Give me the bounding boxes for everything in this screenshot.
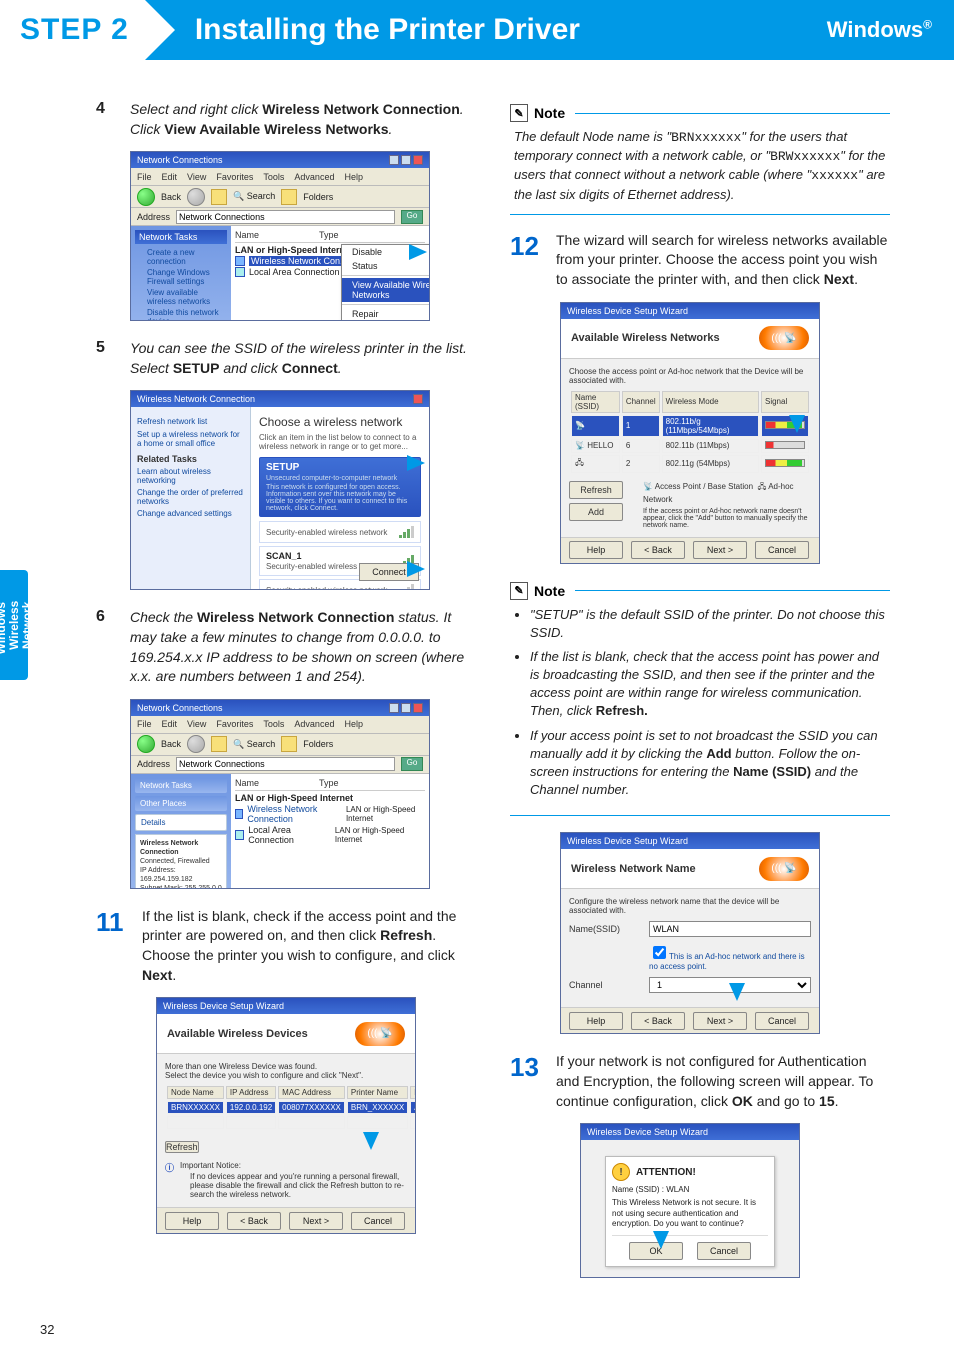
page-title: Installing the Printer Driver	[195, 13, 580, 47]
address-input[interactable]	[176, 757, 395, 771]
ssid-input[interactable]	[649, 921, 811, 937]
list-item[interactable]: Local Area ConnectionLAN or High-Speed I…	[235, 825, 425, 845]
callout-arrow-icon	[363, 1132, 379, 1150]
cancel-button[interactable]: Cancel	[351, 1212, 405, 1230]
up-icon[interactable]	[211, 736, 227, 752]
go-button[interactable]: Go	[401, 210, 423, 224]
folder-icon[interactable]	[281, 736, 297, 752]
table-row[interactable]: 📡 HELLO6802.11b (11Mbps)	[571, 439, 809, 453]
step-4-text: Select and right click Wireless Network …	[130, 100, 476, 139]
note-heading: ✎ Note	[510, 582, 890, 600]
screenshot-choose-wireless-network: Wireless Network Connection Refresh netw…	[130, 390, 430, 590]
adhoc-checkbox[interactable]	[653, 946, 666, 959]
cancel-button[interactable]: Cancel	[755, 1012, 809, 1030]
callout-arrow-icon	[407, 561, 425, 577]
back-button[interactable]: < Back	[631, 1012, 685, 1030]
step-11-text: If the list is blank, check if the acces…	[142, 907, 476, 985]
screenshot-network-connections-details: Network Connections FileEditViewFavorite…	[130, 699, 430, 889]
screenshot-network-connections-contextmenu: Network Connections FileEditViewFavorite…	[130, 151, 430, 321]
sidebar-link[interactable]: Change the order of preferred networks	[137, 488, 244, 506]
table-row[interactable]: 📡 1802.11b/g (11Mbps/54Mbps)	[571, 415, 809, 437]
note-body: "SETUP" is the default SSID of the print…	[510, 600, 890, 817]
os-label: Windows®	[827, 17, 932, 43]
callout-arrow-icon	[789, 415, 805, 433]
folder-icon[interactable]	[281, 189, 297, 205]
screenshot-available-wireless-networks: Wireless Device Setup Wizard Available W…	[560, 302, 820, 564]
menu-item[interactable]: Repair	[342, 307, 430, 321]
sidebar-link[interactable]: Disable this network device	[135, 308, 227, 321]
add-button[interactable]: Add	[569, 503, 623, 521]
note-icon: ✎	[510, 582, 528, 600]
step-label: STEP 2	[0, 0, 145, 60]
next-button[interactable]: Next >	[693, 541, 747, 559]
screenshot-available-wireless-devices: Wireless Device Setup Wizard Available W…	[156, 997, 416, 1234]
step-11-number: 11	[96, 907, 128, 985]
next-button[interactable]: Next >	[289, 1212, 343, 1230]
step-4-number: 4	[96, 100, 116, 139]
back-icon[interactable]	[137, 735, 155, 753]
refresh-button[interactable]: Refresh	[165, 1141, 199, 1153]
warning-icon: !	[612, 1163, 630, 1181]
address-input[interactable]	[176, 210, 395, 224]
go-button[interactable]: Go	[401, 757, 423, 771]
forward-icon[interactable]	[187, 735, 205, 753]
step-5-number: 5	[96, 339, 116, 378]
list-item[interactable]: Wireless Network ConnectionLAN or High-S…	[235, 804, 425, 824]
wifi-logo-icon: ((( 📡	[759, 326, 809, 350]
callout-arrow-icon	[653, 1231, 669, 1249]
help-button[interactable]: Help	[165, 1212, 219, 1230]
refresh-button[interactable]: Refresh	[569, 481, 623, 499]
note-heading: ✎ Note	[510, 104, 890, 122]
table-row[interactable]	[167, 1116, 416, 1129]
note-icon: ✎	[510, 104, 528, 122]
wifi-logo-icon: ((( 📡	[355, 1022, 405, 1046]
step-5-text: You can see the SSID of the wireless pri…	[130, 339, 476, 378]
step-6: 6 Check the Wireless Network Connection …	[96, 608, 476, 686]
screenshot-wireless-network-name: Wireless Device Setup Wizard Wireless Ne…	[560, 832, 820, 1034]
callout-arrow-icon	[729, 983, 745, 1001]
cancel-button[interactable]: Cancel	[697, 1242, 751, 1260]
list-item[interactable]: Security-enabled wireless network	[259, 521, 421, 543]
up-icon[interactable]	[211, 189, 227, 205]
next-button[interactable]: Next >	[693, 1012, 747, 1030]
cancel-button[interactable]: Cancel	[755, 541, 809, 559]
table-row[interactable]: BRNXXXXXX192.0.0.192008077XXXXXXBRN_XXXX…	[167, 1101, 416, 1114]
wifi-logo-icon: ((( 📡	[759, 857, 809, 881]
step-6-text: Check the Wireless Network Connection st…	[130, 608, 476, 686]
step-6-number: 6	[96, 608, 116, 686]
sidebar-link[interactable]: Set up a wireless network for a home or …	[137, 430, 244, 448]
menu-item[interactable]: Status	[342, 259, 430, 273]
top-banner: STEP 2 Installing the Printer Driver Win…	[0, 0, 954, 60]
forward-icon[interactable]	[187, 188, 205, 206]
help-button[interactable]: Help	[569, 541, 623, 559]
step-13-text: If your network is not configured for Au…	[556, 1052, 890, 1111]
back-icon[interactable]	[137, 188, 155, 206]
help-button[interactable]: Help	[569, 1012, 623, 1030]
sidebar-link[interactable]: Create a new connection	[135, 248, 227, 266]
screenshot-attention-dialog: Wireless Device Setup Wizard !ATTENTION!…	[580, 1123, 800, 1278]
table-row[interactable]: 🖧 2802.11g (54Mbps)	[571, 455, 809, 473]
menu-item-view-available[interactable]: View Available Wireless Networks	[342, 278, 430, 302]
step-12-number: 12	[510, 231, 542, 290]
back-button[interactable]: < Back	[227, 1212, 281, 1230]
list-item[interactable]: SETUP Unsecured computer-to-computer net…	[259, 457, 421, 517]
back-button[interactable]: < Back	[631, 541, 685, 559]
step-12: 12 The wizard will search for wireless n…	[510, 231, 890, 290]
sidebar-link[interactable]: Learn about wireless networking	[137, 467, 244, 485]
step-12-text: The wizard will search for wireless netw…	[556, 231, 890, 290]
sidebar-link[interactable]: Change advanced settings	[137, 509, 244, 518]
step-4: 4 Select and right click Wireless Networ…	[96, 100, 476, 139]
sidebar-link[interactable]: View available wireless networks	[135, 288, 227, 306]
step-13-number: 13	[510, 1052, 542, 1111]
page-number: 32	[40, 1322, 54, 1337]
sidebar-link[interactable]: Refresh network list	[137, 417, 244, 426]
side-tab: Windows® Wireless Network	[0, 570, 28, 680]
callout-arrow-icon	[407, 455, 425, 471]
step-5: 5 You can see the SSID of the wireless p…	[96, 339, 476, 378]
step-11: 11 If the list is blank, check if the ac…	[96, 907, 476, 985]
callout-arrow-icon	[409, 244, 427, 260]
sidebar-link[interactable]: Change Windows Firewall settings	[135, 268, 227, 286]
note-body: The default Node name is "BRNxxxxxx" for…	[510, 122, 890, 215]
step-13: 13 If your network is not configured for…	[510, 1052, 890, 1111]
